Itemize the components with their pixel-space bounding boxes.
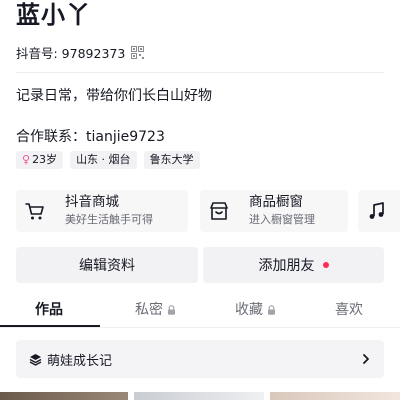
notification-dot [322,262,329,268]
shortcut-subtitle: 进入橱窗管理 [249,213,315,226]
storefront-icon [210,202,228,220]
edit-profile-label: 编辑资料 [79,258,135,274]
tag-label: 鲁东大学 [149,153,194,166]
tab-favorites[interactable]: 收藏 [235,297,276,323]
profile-name: 蓝小丫 [16,1,91,29]
layers-icon [29,353,42,366]
tab-label: 作品 [35,302,63,318]
qr-code-icon[interactable] [131,46,145,59]
douyin-id-text: 抖音号: 97892373 [16,46,126,61]
shortcut-douyin-mall[interactable]: 抖音商城 美好生活触手可得 [16,190,188,232]
profile-bio: 记录日常，带给你们长白山好物 [16,88,212,104]
shortcut-music[interactable] [358,190,400,232]
divider [16,72,384,73]
tab-private[interactable]: 私密 [135,297,176,323]
cart-icon [25,203,44,220]
chevron-right-icon [363,354,369,364]
shortcut-title: 商品橱窗 [249,194,303,210]
profile-contact: 合作联系：tianjie9723 [16,129,165,145]
tab-label: 喜欢 [335,302,363,318]
shortcut-title: 抖音商城 [65,194,119,210]
lock-icon [268,305,275,315]
video-thumbnail[interactable] [134,392,264,400]
lock-icon [168,305,175,315]
album-label: 萌娃成长记 [47,353,113,369]
tag-label: 23岁 [32,153,58,166]
add-friends-button[interactable]: 添加朋友 [203,247,384,283]
tag-school: 鲁东大学 [143,151,200,169]
female-icon: ♀ [22,153,31,166]
douyin-id-row[interactable]: 抖音号: 97892373 [16,43,145,62]
tab-likes[interactable]: 喜欢 [335,297,363,323]
tab-works[interactable]: 作品 [35,297,63,323]
video-thumbnail[interactable] [0,392,128,400]
album-collection-row[interactable]: 萌娃成长记 [16,340,384,378]
tab-label: 收藏 [235,302,263,318]
tab-label: 私密 [135,302,163,318]
tag-location: 山东 · 烟台 [70,151,137,169]
add-friends-label: 添加朋友 [258,258,315,274]
shortcut-product-showcase[interactable]: 商品橱窗 进入橱窗管理 [200,190,348,232]
profile-tabs: 作品 私密 收藏 喜欢 [0,297,400,327]
music-note-icon [369,202,384,219]
tag-label: 山东 · 烟台 [76,153,131,166]
shortcut-subtitle: 美好生活触手可得 [65,213,153,226]
edit-profile-button[interactable]: 编辑资料 [16,247,198,283]
tag-age: ♀ 23岁 [16,151,64,169]
profile-tags: ♀ 23岁 山东 · 烟台 鲁东大学 [16,151,200,169]
divider [0,327,400,328]
video-thumbnail[interactable] [270,392,400,400]
